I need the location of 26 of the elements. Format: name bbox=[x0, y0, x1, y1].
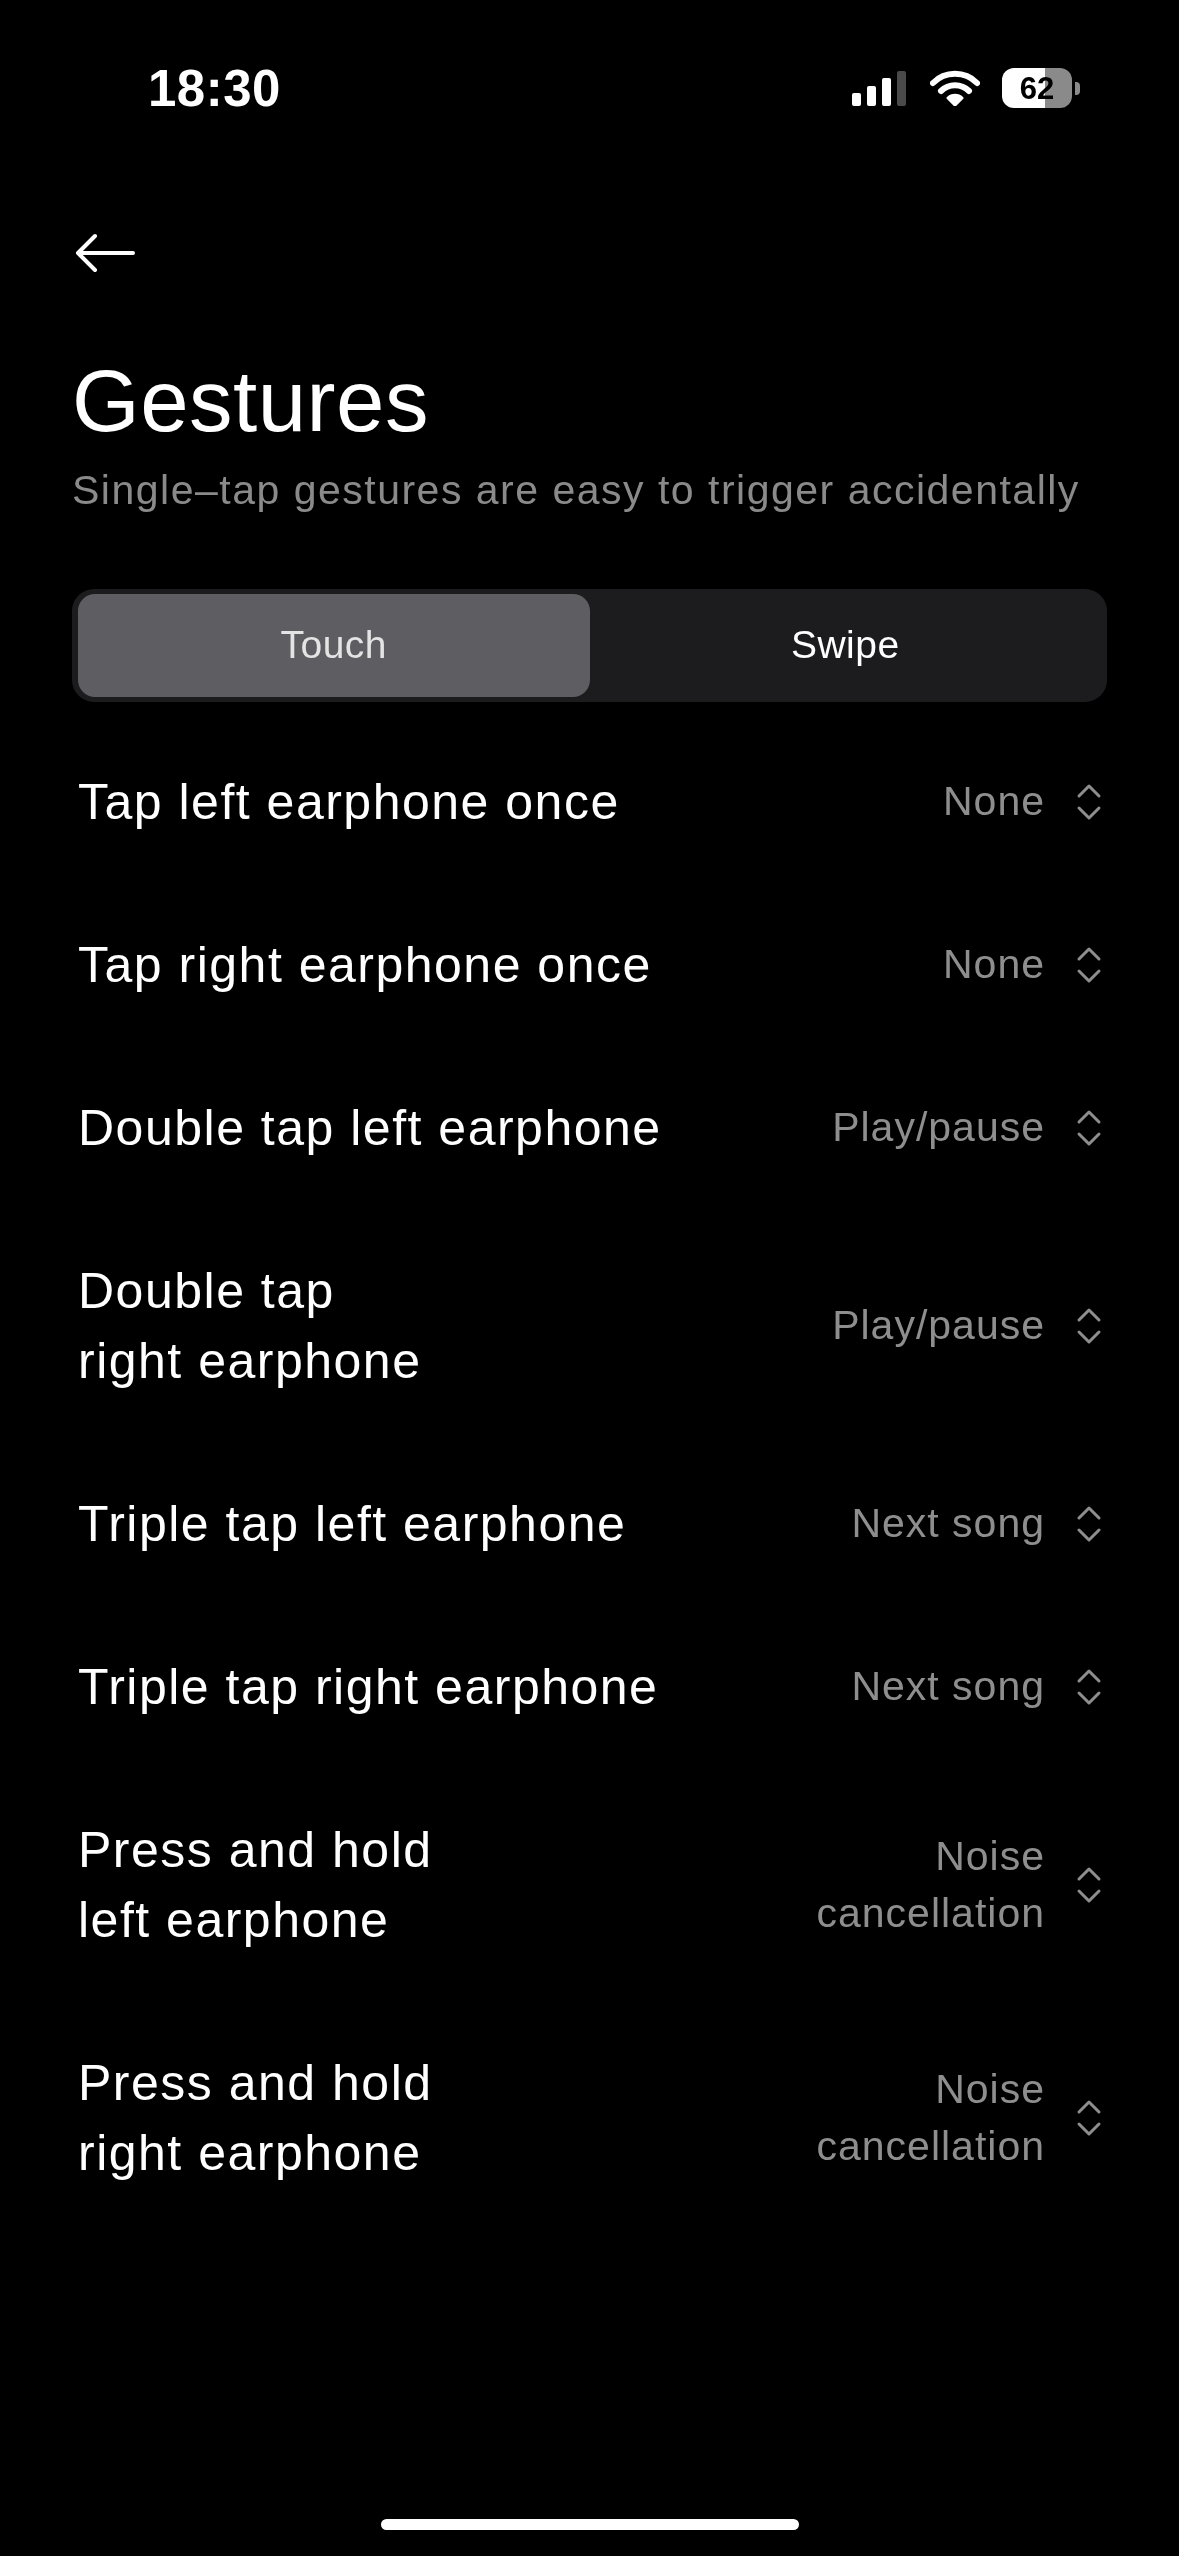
action-picker[interactable]: Next song bbox=[851, 1658, 1102, 1715]
action-picker[interactable]: Noise cancellation bbox=[795, 2060, 1102, 2175]
segment-tab[interactable]: Swipe bbox=[589, 594, 1101, 697]
action-picker[interactable]: None bbox=[943, 936, 1102, 993]
back-arrow-icon bbox=[75, 233, 135, 273]
segment-tab[interactable]: Touch bbox=[78, 594, 590, 697]
gesture-label: Tap right earphone once bbox=[78, 935, 652, 995]
signal-icon bbox=[852, 70, 908, 106]
wifi-icon bbox=[930, 70, 980, 106]
page-subtitle: Single–tap gestures are easy to trigger accidentally bbox=[72, 466, 1080, 515]
gesture-label: Press and hold left earphone bbox=[78, 1820, 434, 1950]
gesture-label: Triple tap right earphone bbox=[78, 1657, 659, 1717]
action-picker[interactable]: Noise cancellation bbox=[795, 1827, 1102, 1942]
gesture-label: Double tap left earphone bbox=[78, 1098, 662, 1158]
status-time: 18:30 bbox=[148, 62, 281, 114]
gesture-label: Tap left earphone once bbox=[78, 772, 620, 832]
page-title: Gestures bbox=[72, 357, 429, 444]
back-button[interactable] bbox=[75, 233, 135, 273]
action-picker[interactable]: Play/pause bbox=[832, 1297, 1102, 1354]
gesture-label: Double tap right earphone bbox=[78, 1261, 423, 1391]
action-picker[interactable]: Play/pause bbox=[832, 1099, 1102, 1156]
battery-indicator: 62 bbox=[1002, 68, 1080, 108]
action-picker[interactable]: None bbox=[943, 773, 1102, 830]
action-picker[interactable]: Next song bbox=[851, 1495, 1102, 1552]
gesture-label: Press and hold right earphone bbox=[78, 2053, 434, 2183]
gesture-label: Triple tap left earphone bbox=[78, 1494, 627, 1554]
